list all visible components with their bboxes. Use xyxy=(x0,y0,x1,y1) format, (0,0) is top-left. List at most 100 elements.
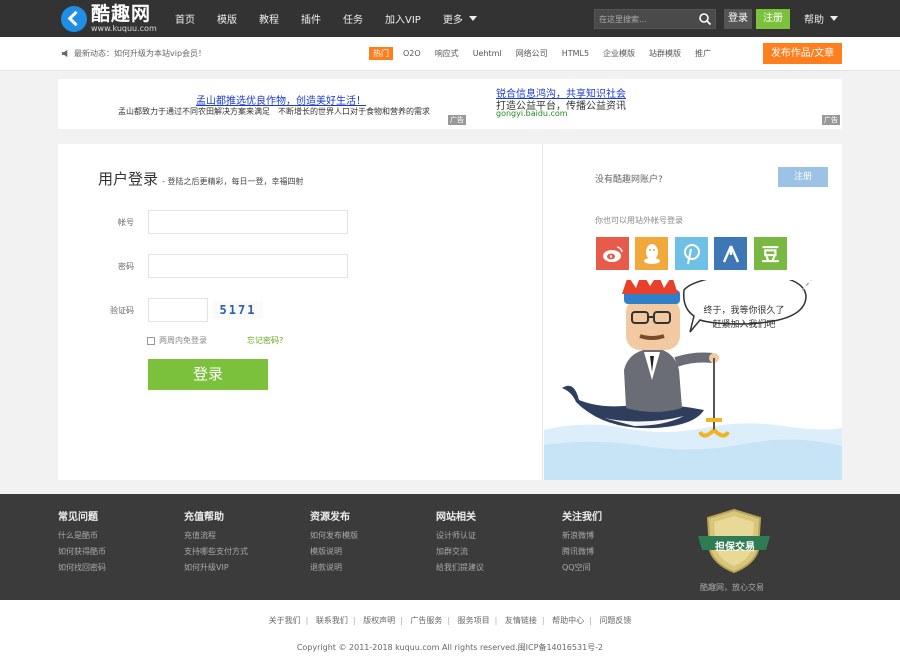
hot-badge: 热门 xyxy=(369,47,393,60)
tag-o2o[interactable]: O2O xyxy=(403,49,421,58)
qq-icon[interactable] xyxy=(635,237,668,270)
ad-label: 广告 xyxy=(822,115,840,125)
footer-column-site: 网站相关 设计师认证 加群交流 给我们提建议 xyxy=(436,512,484,572)
nav-templates[interactable]: 模版 xyxy=(217,11,237,26)
link-help[interactable]: 帮助中心 xyxy=(552,616,584,625)
weibo-icon[interactable] xyxy=(596,237,629,270)
ad-item[interactable]: 孟山都推选优良作物，创造美好生活！ 孟山都致力于通过不同农田解决方案来满足 不断… xyxy=(58,79,468,129)
nav-plugins[interactable]: 插件 xyxy=(301,11,321,26)
footer-link[interactable]: 如何发布模版 xyxy=(310,531,358,540)
nav-home[interactable]: 首页 xyxy=(175,11,195,26)
footer-link[interactable]: 新浪微博 xyxy=(562,531,594,540)
publish-button[interactable]: 发布作品/文章 xyxy=(763,43,842,64)
tag-html5[interactable]: HTML5 xyxy=(562,49,589,58)
link-copyright[interactable]: 版权声明 xyxy=(363,616,395,625)
password-label: 密码 xyxy=(118,262,134,271)
footer-link[interactable]: 如何找回密码 xyxy=(58,563,106,572)
badge-caption: 酷趣网，放心交易 xyxy=(700,583,764,592)
login-title: 用户登录 xyxy=(98,170,159,188)
checkbox[interactable] xyxy=(147,336,155,345)
account-label: 帐号 xyxy=(118,218,134,227)
login-panel: 用户登录 - 登陆之后更精彩，每日一登，幸福四射 帐号 密码 验证码 5171 … xyxy=(58,144,842,480)
ad-title[interactable]: 孟山都推选优良作物，创造美好生活！ xyxy=(196,92,366,107)
tag-enterprise-templates[interactable]: 企业模版 xyxy=(603,48,635,59)
footer: 常见问题 什么是酷币 如何获得酷币 如何找回密码 充值帮助 充值流程 支持哪些支… xyxy=(0,494,900,600)
nav-join-vip[interactable]: 加入VIP xyxy=(385,11,421,26)
douban-icon[interactable]: 豆 xyxy=(754,237,787,270)
chevron-down-icon xyxy=(830,16,838,21)
top-register-button[interactable]: 注册 xyxy=(756,9,790,29)
pinterest-icon[interactable] xyxy=(675,237,708,270)
forgot-password-link[interactable]: 忘记密码? xyxy=(247,335,283,346)
link-feedback[interactable]: 问题反馈 xyxy=(599,616,631,625)
link-friends[interactable]: 友情链接 xyxy=(505,616,537,625)
ad-url: gongyi.baidu.com xyxy=(496,109,568,118)
top-navbar: 酷趣网 www.kuquu.com 首页 模版 教程 插件 任务 加入VIP 更… xyxy=(0,0,900,37)
search-icon[interactable] xyxy=(698,12,712,26)
account-input[interactable] xyxy=(148,210,348,234)
footer-link[interactable]: 如何升级VIP xyxy=(184,563,229,572)
search-input[interactable] xyxy=(599,12,695,26)
remember-me[interactable]: 两周内免登录 xyxy=(147,335,207,346)
hot-tags: 热门 O2O 响应式 Uehtml 网络公司 HTML5 企业模版 站群模版 推… xyxy=(369,47,725,60)
ad-label: 广告 xyxy=(448,115,466,125)
ad-description: 孟山都致力于通过不同农田解决方案来满足 不断增长的世界人口对于食物和营养的需求 xyxy=(118,107,430,116)
tag-responsive[interactable]: 响应式 xyxy=(435,48,459,59)
link-services[interactable]: 服务项目 xyxy=(458,616,490,625)
renren-icon[interactable] xyxy=(714,237,747,270)
top-login-button[interactable]: 登录 xyxy=(724,9,752,29)
tag-uehtml[interactable]: Uehtml xyxy=(473,49,502,58)
nav-tutorials[interactable]: 教程 xyxy=(259,11,279,26)
footer-link[interactable]: 如何获得酷币 xyxy=(58,547,106,556)
footer-link[interactable]: 加群交流 xyxy=(436,547,468,556)
nav-more[interactable]: 更多 xyxy=(443,11,477,26)
divider xyxy=(542,144,543,480)
footer-link[interactable]: 腾讯微博 xyxy=(562,547,594,556)
logo-name: 酷趣网 xyxy=(91,2,152,25)
speaker-icon xyxy=(61,49,68,58)
news-link[interactable]: 最新动态：如何升级为本站vip会员！ xyxy=(74,48,206,59)
footer-column-follow: 关注我们 新浪微博 腾讯微博 QQ空间 xyxy=(562,512,602,572)
footer-link[interactable]: 退款说明 xyxy=(310,563,342,572)
link-contact[interactable]: 联系我们 xyxy=(316,616,348,625)
search-box xyxy=(594,9,716,29)
footer-column-faq: 常见问题 什么是酷币 如何获得酷币 如何找回密码 xyxy=(58,512,106,572)
news-ticker: 最新动态：如何升级为本站vip会员！ xyxy=(61,48,206,59)
bottom-links: 关于我们 | 联系我们 | 版权声明 | 广告服务 | 服务项目 | 友情链接 | 帮助中心… xyxy=(268,616,632,625)
footer-link[interactable]: 充值流程 xyxy=(184,531,216,540)
footer-link[interactable]: 给我们提建议 xyxy=(436,563,484,572)
logo-icon xyxy=(61,5,87,32)
captcha-label: 验证码 xyxy=(110,306,134,315)
tag-network-company[interactable]: 网络公司 xyxy=(516,48,548,59)
footer-link[interactable]: 支持哪些支付方式 xyxy=(184,547,248,556)
bottom-bar: 关于我们 | 联系我们 | 版权声明 | 广告服务 | 服务项目 | 友情链接 | 帮助中心… xyxy=(0,600,900,668)
link-advertising[interactable]: 广告服务 xyxy=(410,616,442,625)
captcha-image[interactable]: 5171 xyxy=(213,301,263,319)
password-input[interactable] xyxy=(148,254,348,278)
help-menu[interactable]: 帮助 xyxy=(804,0,838,37)
footer-column-publish: 资源发布 如何发布模版 模版说明 退款说明 xyxy=(310,512,358,572)
tag-promotion[interactable]: 推广 xyxy=(695,48,711,59)
captcha-input[interactable] xyxy=(148,298,208,322)
site-logo[interactable]: 酷趣网 www.kuquu.com xyxy=(61,4,157,33)
sub-bar: 最新动态：如何升级为本站vip会员！ 热门 O2O 响应式 Uehtml 网络公… xyxy=(0,37,900,71)
link-about[interactable]: 关于我们 xyxy=(269,616,301,625)
tag-site-group-templates[interactable]: 站群模版 xyxy=(649,48,681,59)
third-party-login-label: 你也可以用站外帐号登录 xyxy=(595,216,683,225)
register-button[interactable]: 注册 xyxy=(778,167,828,187)
footer-link[interactable]: 模版说明 xyxy=(310,547,342,556)
copyright: Copyright © 2011-2018 kuquu.com All righ… xyxy=(296,643,604,652)
footer-link[interactable]: QQ空间 xyxy=(562,563,591,572)
footer-column-recharge: 充值帮助 充值流程 支持哪些支付方式 如何升级VIP xyxy=(184,512,248,572)
login-subtitle: - 登陆之后更精彩，每日一登，幸福四射 xyxy=(162,177,304,186)
speech-bubble-text: 终于，我等你很久了 赶紧加入我们吧 xyxy=(703,306,785,330)
chevron-down-icon xyxy=(468,16,477,21)
nav-tasks[interactable]: 任务 xyxy=(343,11,363,26)
login-heading: 用户登录 - 登陆之后更精彩，每日一登，幸福四射 xyxy=(98,168,303,189)
ad-item[interactable]: 锐合信息鸿沟，共享知识社会 打造公益平台，传播公益资讯 gongyi.baidu… xyxy=(468,79,842,129)
footer-link[interactable]: 设计师认证 xyxy=(436,531,476,540)
main-nav: 首页 模版 教程 插件 任务 加入VIP 更多 xyxy=(175,0,499,37)
login-submit-button[interactable]: 登录 xyxy=(148,359,268,390)
logo-url: www.kuquu.com xyxy=(91,23,157,33)
footer-link[interactable]: 什么是酷币 xyxy=(58,531,98,540)
